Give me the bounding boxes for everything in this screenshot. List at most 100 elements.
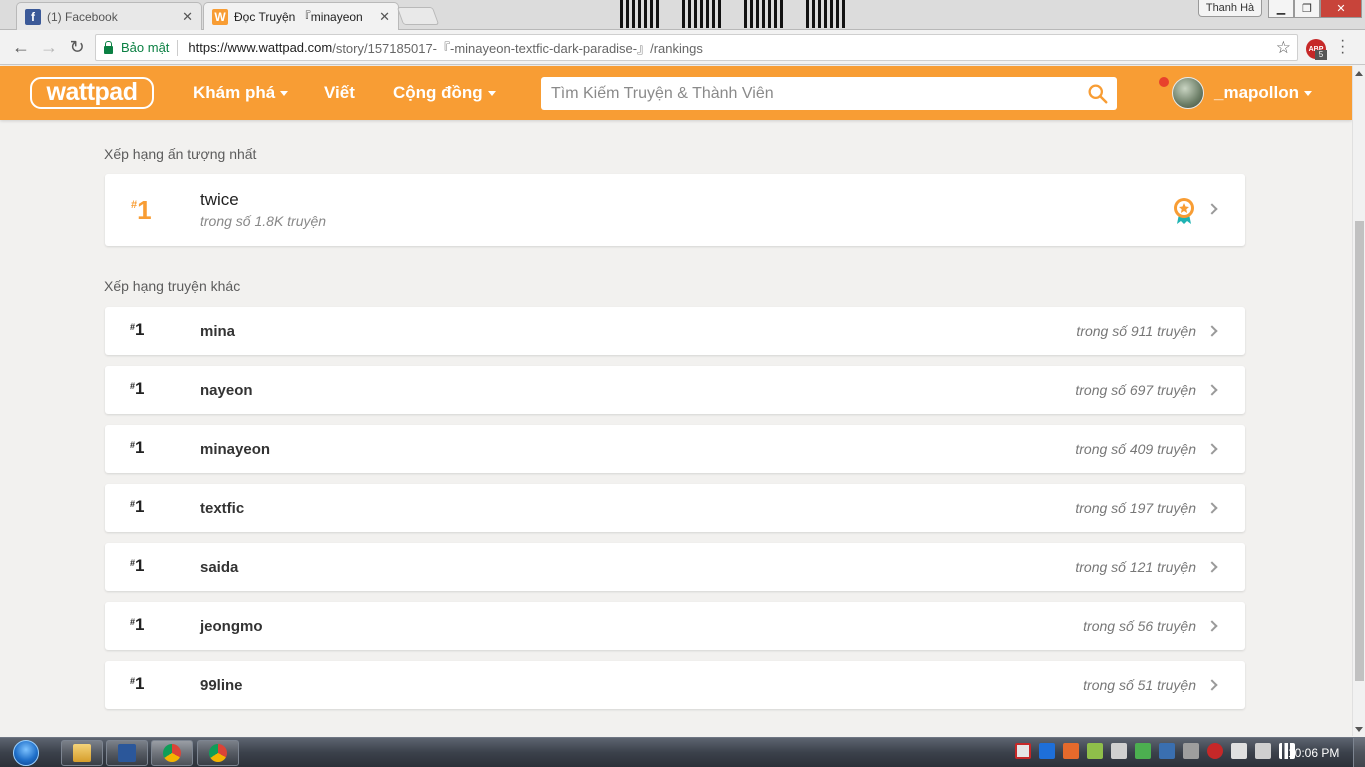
browser-menu-icon[interactable]: · · · [1340,33,1345,61]
scroll-up-arrow-icon[interactable] [1355,71,1363,76]
lock-icon [104,40,113,54]
rank-number: #1 [130,556,144,576]
tray-app-icon[interactable] [1135,743,1151,759]
tray-app-icon[interactable] [1087,743,1103,759]
tray-app-icon[interactable] [1159,743,1175,759]
ranking-row[interactable]: #1 jeongmo trong số 56 truyện [105,602,1245,650]
ranking-row[interactable]: #1 99line trong số 51 truyện [105,661,1245,709]
new-tab-button[interactable] [396,7,440,25]
rank-value: 1 [135,320,145,339]
rank-value: 1 [135,674,145,693]
chrome-icon [209,744,227,762]
taskbar-word[interactable] [106,740,148,766]
tab-facebook[interactable]: f (1) Facebook ✕ [16,2,202,30]
ranking-row[interactable]: #1 saida trong số 121 truyện [105,543,1245,591]
rank-value: 1 [135,379,145,398]
restore-button[interactable]: ❐ [1294,0,1320,18]
taskbar-explorer[interactable] [61,740,103,766]
scroll-down-arrow-icon[interactable] [1355,727,1363,732]
chevron-right-icon [1206,325,1218,337]
ranking-count: trong số 697 truyện [1075,382,1196,398]
profile-chip[interactable]: Thanh Hà [1198,0,1262,17]
taskbar-chrome[interactable] [151,740,193,766]
search-input[interactable] [541,77,1081,110]
back-icon[interactable]: ← [10,36,32,58]
ranking-tag: 99line [200,677,243,694]
start-button[interactable] [6,738,46,767]
volume-icon[interactable] [1255,743,1271,759]
address-bar[interactable]: Bảo mật https://www.wattpad.com /story/1… [95,34,1298,61]
rank-value: 1 [137,195,152,225]
nav-discover[interactable]: Khám phá [193,83,289,103]
username-label: _mapollon [1214,83,1300,102]
close-window-button[interactable]: ✕ [1320,0,1362,18]
ranking-count: trong số 56 truyện [1083,618,1196,634]
rank-hash: # [130,381,136,391]
tray-app-icon[interactable] [1015,743,1031,759]
ranking-row[interactable]: #1 mina trong số 911 truyện [105,307,1245,355]
wattpad-icon: W [212,8,228,25]
minimize-button[interactable]: ▁ [1268,0,1294,18]
extension-badge: 5 [1315,50,1327,60]
ranking-row[interactable]: #1 minayeon trong số 409 truyện [105,425,1245,473]
secure-label: Bảo mật [121,40,170,55]
rank-hash: # [130,617,136,627]
wattpad-logo[interactable]: wattpad [30,77,154,109]
forward-icon[interactable]: → [38,36,60,58]
rank-hash: # [130,499,136,509]
rank-hash: # [130,558,136,568]
page-scrollbar[interactable] [1352,66,1365,736]
taskbar-chrome-2[interactable] [197,740,239,766]
ranking-tag: twice [200,190,239,209]
bookmark-star-icon[interactable]: ☆ [1276,38,1291,58]
search-icon[interactable] [1087,83,1108,104]
word-icon [118,744,136,762]
ranking-row[interactable]: #1 textfic trong số 197 truyện [105,484,1245,532]
show-desktop-button[interactable] [1353,738,1365,767]
tray-app-icon[interactable] [1231,743,1247,759]
close-icon[interactable]: ✕ [379,9,390,25]
tray-app-icon[interactable] [1111,743,1127,759]
rank-number: #1 [131,195,152,226]
ranking-count: trong số 121 truyện [1075,559,1196,575]
system-tray [1015,743,1295,759]
ranking-tag: nayeon [200,382,253,399]
rank-hash: # [131,199,138,211]
rank-hash: # [130,676,136,686]
user-menu[interactable]: _mapollon [1214,83,1313,103]
avatar[interactable] [1172,77,1204,109]
rank-number: #1 [130,674,144,694]
rank-hash: # [130,322,136,332]
chevron-right-icon [1206,620,1218,632]
tray-app-icon[interactable] [1039,743,1055,759]
os-taskbar: 10:06 PM [0,737,1365,767]
nav-community-label: Cộng đồng [393,83,483,102]
close-icon[interactable]: ✕ [182,9,193,25]
ranking-count: trong số 1.8K truyện [200,213,327,229]
ranking-row[interactable]: #1 nayeon trong số 697 truyện [105,366,1245,414]
chevron-right-icon [1206,561,1218,573]
featured-ranking-heading: Xếp hạng ấn tượng nhất [104,146,257,162]
award-badge-icon [1174,198,1194,224]
url-path: /story/157185017-『-minayeon-textfic-dark… [332,41,703,56]
tray-app-icon[interactable] [1063,743,1079,759]
scroll-thumb[interactable] [1355,221,1364,681]
ranking-tag: minayeon [200,441,271,458]
featured-ranking-card[interactable]: #1 twice trong số 1.8K truyện [105,174,1245,246]
reload-icon[interactable]: ↻ [66,36,88,58]
system-clock[interactable]: 10:06 PM [1288,746,1339,760]
chevron-down-icon [487,91,496,97]
tray-app-icon[interactable] [1183,743,1199,759]
site-header: wattpad Khám phá Viết Cộng đồng _mapollo… [0,66,1352,120]
ranking-tag: saida [200,559,239,576]
notification-dot[interactable] [1159,77,1169,87]
nav-community[interactable]: Cộng đồng [393,83,496,103]
facebook-icon: f [25,8,41,25]
rank-value: 1 [135,556,145,575]
ranking-count: trong số 911 truyện [1076,323,1196,339]
tray-app-icon[interactable] [1207,743,1223,759]
folder-icon [73,744,91,762]
nav-write[interactable]: Viết [324,83,355,103]
tab-wattpad[interactable]: W Đọc Truyện 『minayeon ✕ [203,2,399,30]
chevron-right-icon [1206,502,1218,514]
